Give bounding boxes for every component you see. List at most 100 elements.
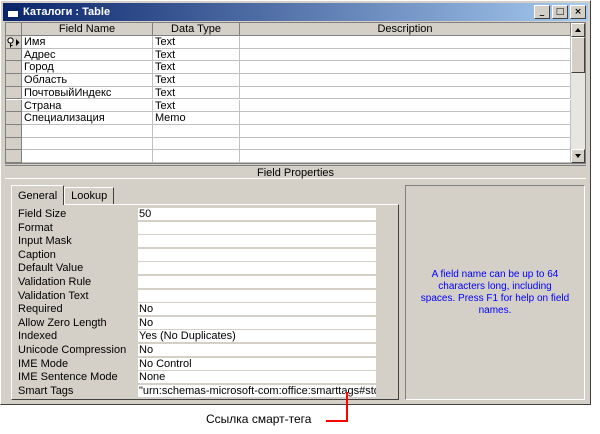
smart-tag-callout-label: Ссылка смарт-тега (206, 412, 312, 426)
property-value-input[interactable]: "urn:schemas-microsoft-com:office:smartt… (138, 384, 376, 397)
maximize-button[interactable]: □ (552, 5, 568, 19)
description-cell[interactable] (240, 48, 571, 62)
minimize-button[interactable]: _ (534, 5, 550, 19)
data-type-cell[interactable]: Memo (153, 112, 240, 125)
description-cell[interactable] (240, 112, 571, 125)
column-header-data-type[interactable]: Data Type (153, 23, 240, 36)
property-value-input[interactable]: None (138, 371, 376, 384)
property-label: Smart Tags (18, 384, 74, 397)
data-type-cell[interactable]: Text (153, 99, 240, 113)
grid-header: Field Name Data Type Description (6, 23, 571, 36)
data-type-cell[interactable]: Text (153, 61, 240, 75)
description-cell[interactable] (240, 86, 571, 100)
description-cell[interactable] (240, 137, 571, 151)
field-name-cell[interactable]: Страна (22, 99, 153, 113)
data-type-cell[interactable]: Text (153, 74, 240, 87)
property-value-input[interactable] (138, 235, 376, 248)
field-name-cell[interactable]: Адрес (22, 48, 153, 62)
property-value-input[interactable] (138, 248, 376, 261)
property-label: Field Size (18, 208, 67, 220)
property-label: Unicode Compression (18, 344, 127, 356)
field-name-cell[interactable] (22, 124, 153, 138)
property-value-input[interactable] (138, 221, 376, 234)
row-selector[interactable] (6, 86, 22, 100)
description-cell[interactable] (240, 74, 571, 87)
field-name-cell[interactable] (22, 150, 153, 163)
description-cell[interactable] (240, 124, 571, 138)
table-row[interactable]: Адрес Text (6, 48, 571, 62)
property-value-input[interactable]: Yes (No Duplicates) (138, 330, 376, 343)
column-header-description[interactable]: Description (240, 23, 571, 36)
title-bar[interactable]: Каталоги : Table _ □ × (3, 3, 588, 21)
property-row: Default Value (18, 262, 376, 276)
row-selector[interactable] (6, 124, 22, 138)
row-selector[interactable] (6, 150, 22, 163)
data-type-cell[interactable]: Text (153, 48, 240, 62)
property-value-input[interactable]: No Control (138, 357, 376, 370)
property-row: IME Sentence Mode None (18, 371, 376, 385)
description-cell[interactable] (240, 150, 571, 163)
tab-lookup[interactable]: Lookup (64, 187, 115, 205)
tab-general[interactable]: General (11, 185, 65, 205)
table-row[interactable] (6, 137, 571, 151)
row-selector[interactable] (6, 61, 22, 75)
field-name-cell[interactable] (22, 137, 153, 151)
arrow-up-icon (575, 28, 581, 32)
property-value-input[interactable]: No (138, 303, 376, 316)
row-selector[interactable] (6, 36, 22, 49)
table-row[interactable]: Город Text (6, 61, 571, 75)
grid-vertical-scrollbar[interactable] (571, 23, 585, 163)
description-cell[interactable] (240, 61, 571, 75)
data-type-cell[interactable] (153, 150, 240, 163)
table-row[interactable]: Имя Text (6, 36, 571, 49)
row-selector[interactable] (6, 99, 22, 113)
description-cell[interactable] (240, 99, 571, 113)
row-selector[interactable] (6, 74, 22, 87)
property-label: Default Value (18, 262, 84, 275)
field-name-cell[interactable]: Имя (22, 36, 153, 49)
property-label: Caption (18, 248, 56, 261)
row-selector[interactable] (6, 48, 22, 62)
property-row: Validation Rule (18, 276, 376, 290)
scroll-up-button[interactable] (571, 23, 585, 37)
column-header-field-name[interactable]: Field Name (22, 23, 153, 36)
property-label: Format (18, 221, 53, 234)
data-type-cell[interactable]: Text (153, 36, 240, 49)
table-row[interactable]: ПочтовыйИндекс Text (6, 86, 571, 100)
property-value-input[interactable]: No (138, 344, 376, 356)
field-name-cell[interactable]: Специализация (22, 112, 153, 125)
field-name-cell[interactable]: ПочтовыйИндекс (22, 86, 153, 100)
general-properties-panel: Field Size 50 Format Input Mask Caption Defau… (11, 204, 399, 400)
primary-key-icon (7, 37, 20, 48)
property-value-input[interactable]: 50 (138, 208, 376, 220)
design-grid: Field Name Data Type Description Имя Text… (5, 22, 586, 164)
property-value-input[interactable]: No (138, 316, 376, 329)
selector-header (6, 23, 22, 36)
property-row: Input Mask (18, 235, 376, 249)
property-value-input[interactable] (138, 262, 376, 275)
scroll-down-button[interactable] (571, 149, 585, 163)
field-name-cell[interactable]: Область (22, 74, 153, 87)
table-row[interactable]: Специализация Memo (6, 112, 571, 125)
property-label: Validation Rule (18, 276, 92, 288)
table-row[interactable] (6, 150, 571, 163)
property-label: Required (18, 303, 63, 316)
close-button[interactable]: × (570, 5, 586, 19)
row-selector[interactable] (6, 112, 22, 125)
row-selector[interactable] (6, 137, 22, 151)
property-value-input[interactable] (138, 276, 376, 288)
data-type-cell[interactable] (153, 137, 240, 151)
property-row: Validation Text (18, 289, 376, 304)
property-value-input[interactable] (138, 289, 376, 302)
property-label: IME Sentence Mode (18, 371, 118, 384)
field-properties-title: Field Properties (5, 165, 586, 179)
data-type-cell[interactable] (153, 124, 240, 138)
description-cell[interactable] (240, 36, 571, 49)
field-name-cell[interactable]: Город (22, 61, 153, 75)
table-row[interactable]: Страна Text (6, 99, 571, 113)
data-type-cell[interactable]: Text (153, 86, 240, 100)
scroll-thumb[interactable] (571, 37, 585, 73)
callout-vertical-line (346, 392, 348, 422)
table-row[interactable] (6, 124, 571, 138)
table-row[interactable]: Область Text (6, 74, 571, 87)
